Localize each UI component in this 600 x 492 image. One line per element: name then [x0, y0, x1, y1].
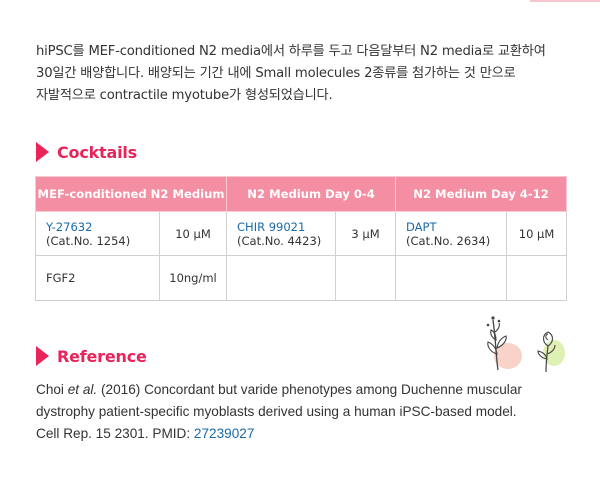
reference-etal: et al. [67, 382, 98, 397]
concentration-cell: 10 μM [506, 211, 568, 256]
empty-cell [506, 255, 568, 301]
reference-citation: Cell Rep. 15 2301. PMID: [36, 426, 194, 441]
intro-line: hiPSC를 MEF-conditioned N2 media에서 하루를 두고… [36, 44, 546, 59]
reference-author: Choi [36, 382, 68, 397]
catalog-number: (Cat.No. 4423) [237, 233, 322, 248]
empty-cell [226, 255, 337, 301]
compound-cell: DAPT (Cat.No. 2634) [395, 211, 508, 256]
top-accent-bar [530, 0, 600, 2]
reference-line: Cell Rep. 15 2301. PMID: 27239027 [36, 423, 556, 445]
compound-link[interactable]: CHIR 99021 [237, 220, 335, 234]
table-row: Y-27632 (Cat.No. 1254) 10 μM CHIR 99021 … [35, 211, 568, 256]
compound-cell: Y-27632 (Cat.No. 1254) [35, 211, 160, 256]
concentration-cell: 3 μM [335, 211, 397, 256]
concentration-cell: 10 μM [158, 211, 228, 256]
intro-line: 자발적으로 contractile myotube가 형성되었습니다. [36, 88, 333, 103]
column-header: N2 Medium Day 4-12 [395, 176, 568, 212]
reference-title: Reference [57, 346, 147, 366]
triangle-bullet-icon [36, 142, 49, 162]
compound-link[interactable]: Y-27632 [46, 220, 159, 234]
botanical-illustration-icon [486, 316, 565, 373]
concentration-cell: 10ng/ml [158, 255, 228, 301]
intro-line: 30일간 배양합니다. 배양되는 기간 내에 Small molecules 2… [36, 66, 516, 81]
empty-cell [395, 255, 508, 301]
reference-line: Choi et al. (2016) Concordant but varide… [36, 379, 556, 401]
catalog-number: (Cat.No. 1254) [46, 233, 131, 248]
table-header-row: MEF-conditioned N2 Medium N2 Medium Day … [34, 176, 568, 212]
pmid-link[interactable]: 27239027 [194, 426, 254, 441]
reference-line: dystrophy patient-specific myoblasts der… [36, 404, 517, 419]
reference-title-text: (2016) Concordant but varide phenotypes … [97, 382, 522, 397]
intro-text: hiPSC를 MEF-conditioned N2 media에서 하루를 두고… [36, 41, 576, 107]
reference-text: Choi et al. (2016) Concordant but varide… [36, 379, 556, 445]
column-header: N2 Medium Day 0-4 [226, 176, 397, 212]
cocktails-heading: Cocktails [36, 142, 137, 162]
column-header: MEF-conditioned N2 Medium [34, 176, 228, 212]
table-row: FGF2 10ng/ml [35, 255, 568, 301]
compound-link[interactable]: DAPT [406, 220, 506, 234]
catalog-number: (Cat.No. 2634) [406, 233, 491, 248]
cocktails-title: Cocktails [57, 142, 137, 162]
reference-heading: Reference [36, 346, 147, 366]
triangle-bullet-icon [36, 346, 49, 366]
compound-cell: FGF2 [35, 255, 160, 301]
compound-cell: CHIR 99021 (Cat.No. 4423) [226, 211, 337, 256]
cocktails-table: MEF-conditioned N2 Medium N2 Medium Day … [34, 176, 568, 301]
empty-cell [335, 255, 397, 301]
